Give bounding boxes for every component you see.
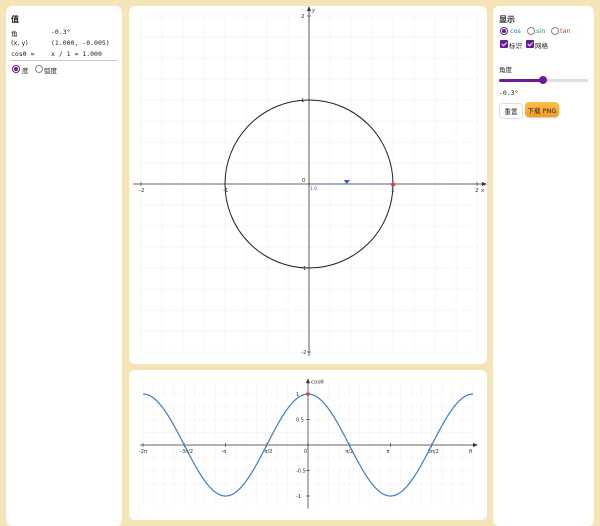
cos-radio-label[interactable]: cos	[510, 27, 521, 35]
cos-value-mark: 1.0	[310, 186, 317, 192]
x-axis-label: x	[480, 188, 485, 194]
cos-current-point	[306, 392, 310, 396]
divider	[10, 60, 118, 61]
x-axis-arrow	[482, 182, 487, 186]
labels-checkbox-label[interactable]: 标识	[509, 40, 522, 50]
theta-axis-arrow	[473, 443, 478, 447]
cos-axis-arrow	[306, 378, 310, 384]
angle-direction-marker	[343, 180, 350, 184]
x-tick-label: 2	[475, 188, 479, 194]
x-tick-label: -2	[139, 188, 144, 194]
theta-axis-label: θ	[469, 449, 472, 455]
unit-circle-panel: -2 -1 1 2 2 1 -1 -2 0 x y 1.0	[129, 6, 487, 364]
angle-label: 角	[11, 30, 18, 38]
unit-radian-label[interactable]: 弧度	[44, 65, 57, 75]
y-tick-label: -1	[301, 266, 306, 272]
angle-value: -0.3°	[51, 28, 71, 36]
cos-value: x / 1 = 1.000	[51, 50, 102, 58]
y-tick-label: -0.5	[296, 469, 306, 475]
y-tick-label: 0.5	[296, 418, 304, 424]
tan-radio[interactable]	[551, 27, 559, 35]
values-panel: 值 角 -0.3° (x, y) (1.000, -0.005) cosθ = …	[6, 6, 122, 526]
angle-slider-label: 角度	[499, 66, 512, 74]
values-title: 值	[11, 15, 19, 24]
sin-radio-label[interactable]: sin	[536, 27, 545, 35]
labels-checkbox[interactable]	[500, 40, 508, 48]
cos-axis-label: cosθ	[311, 379, 324, 385]
cos-radio[interactable]	[500, 27, 508, 35]
y-tick-label: -1	[296, 494, 301, 500]
xy-value: (1.000, -0.005)	[51, 39, 110, 47]
tan-radio-label[interactable]: tan	[560, 27, 571, 35]
download-png-button[interactable]: 下载 PNG	[525, 102, 559, 117]
unit-degree-label[interactable]: 度	[22, 65, 29, 75]
angle-slider-thumb[interactable]	[539, 76, 548, 84]
reset-button[interactable]: 重置	[499, 103, 523, 119]
x-tick-label: -2π	[139, 449, 147, 455]
unit-degree-radio[interactable]	[12, 65, 20, 73]
xy-label: (x, y)	[11, 39, 28, 47]
display-title: 显示	[499, 15, 515, 24]
y-tick-label: 1	[301, 98, 305, 104]
y-tick-label: -2	[301, 350, 306, 356]
y-axis-arrow	[307, 6, 311, 11]
grid-checkbox-label[interactable]: 网格	[535, 40, 548, 50]
x-tick-label: -π	[222, 449, 227, 455]
unit-circle-plot[interactable]: -2 -1 1 221-1-20xy1.0	[129, 6, 487, 364]
sin-radio[interactable]	[527, 27, 535, 35]
origin-label: 0	[302, 178, 306, 184]
cos-graph-plot[interactable]: cosθ-2π -3π/2 -π -π/2 0 π/2 π 3π/2 θ10.5-0.5-1	[129, 370, 487, 520]
display-panel: 显示 cos sin tan 标识 网格 角度 -0.3° 重置 下载 PNG	[493, 6, 594, 526]
grid-checkbox[interactable]	[526, 40, 534, 48]
angle-point	[390, 182, 395, 187]
angle-slider[interactable]	[499, 76, 588, 84]
x-tick-label: 0	[304, 449, 307, 455]
cos-label: cosθ =	[11, 50, 35, 58]
cos-graph-panel: cosθ -2π -3π/2 -π -π/2 0 π/2 π 3π/2 θ 1 0.5 -0.5 -1	[129, 370, 487, 520]
unit-radian-radio[interactable]	[35, 65, 43, 73]
y-axis-label: y	[311, 8, 316, 14]
angle-slider-fill	[499, 79, 544, 82]
y-tick-label: 2	[301, 14, 305, 20]
x-tick-label: π	[386, 449, 389, 455]
angle-slider-value: -0.3°	[499, 89, 519, 97]
